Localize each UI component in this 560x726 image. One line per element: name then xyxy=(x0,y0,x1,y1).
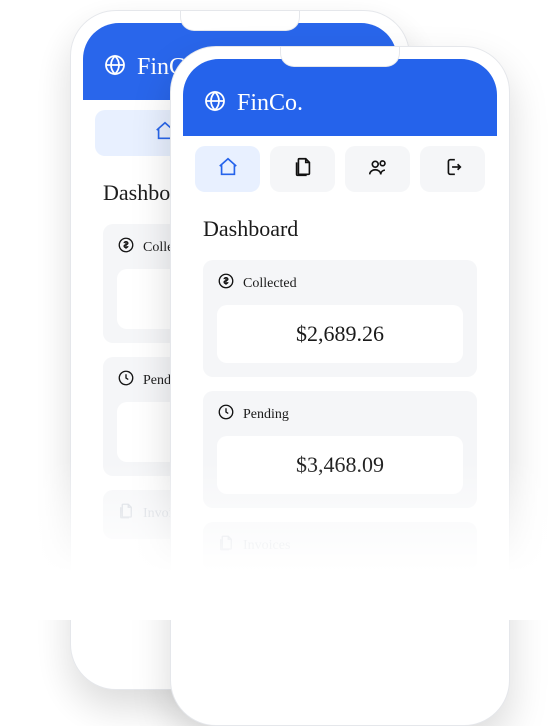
dollar-circle-icon xyxy=(117,236,135,259)
card-collected-label: Collected xyxy=(243,276,297,292)
phone-mock-front: FinCo. xyxy=(170,46,510,726)
clock-icon xyxy=(217,403,235,426)
card-invoices-label: Invoices xyxy=(243,538,290,554)
tab-home[interactable] xyxy=(195,146,260,192)
nav-tabs xyxy=(183,136,497,202)
card-pending: Pending $3,468.09 xyxy=(203,391,477,508)
documents-icon xyxy=(292,156,314,183)
tab-logout[interactable] xyxy=(420,146,485,192)
globe-icon xyxy=(103,53,127,82)
phone-notch xyxy=(180,11,300,31)
documents-icon xyxy=(217,534,235,557)
page-title: Dashboard xyxy=(203,216,477,242)
card-pending-label: Pending xyxy=(243,407,289,423)
card-invoices: Invoices xyxy=(203,522,477,571)
phone-notch xyxy=(280,47,400,67)
documents-icon xyxy=(117,502,135,525)
logout-icon xyxy=(442,156,464,183)
tab-customers[interactable] xyxy=(345,146,410,192)
globe-icon xyxy=(203,89,227,118)
dollar-circle-icon xyxy=(217,272,235,295)
card-pending-value: $3,468.09 xyxy=(217,436,463,494)
home-icon xyxy=(217,156,239,183)
clock-icon xyxy=(117,369,135,392)
users-icon xyxy=(367,156,389,183)
app-name: FinCo. xyxy=(237,90,303,117)
card-collected-value: $2,689.26 xyxy=(217,305,463,363)
card-collected: Collected $2,689.26 xyxy=(203,260,477,377)
tab-documents[interactable] xyxy=(270,146,335,192)
app-header: FinCo. xyxy=(183,59,497,136)
